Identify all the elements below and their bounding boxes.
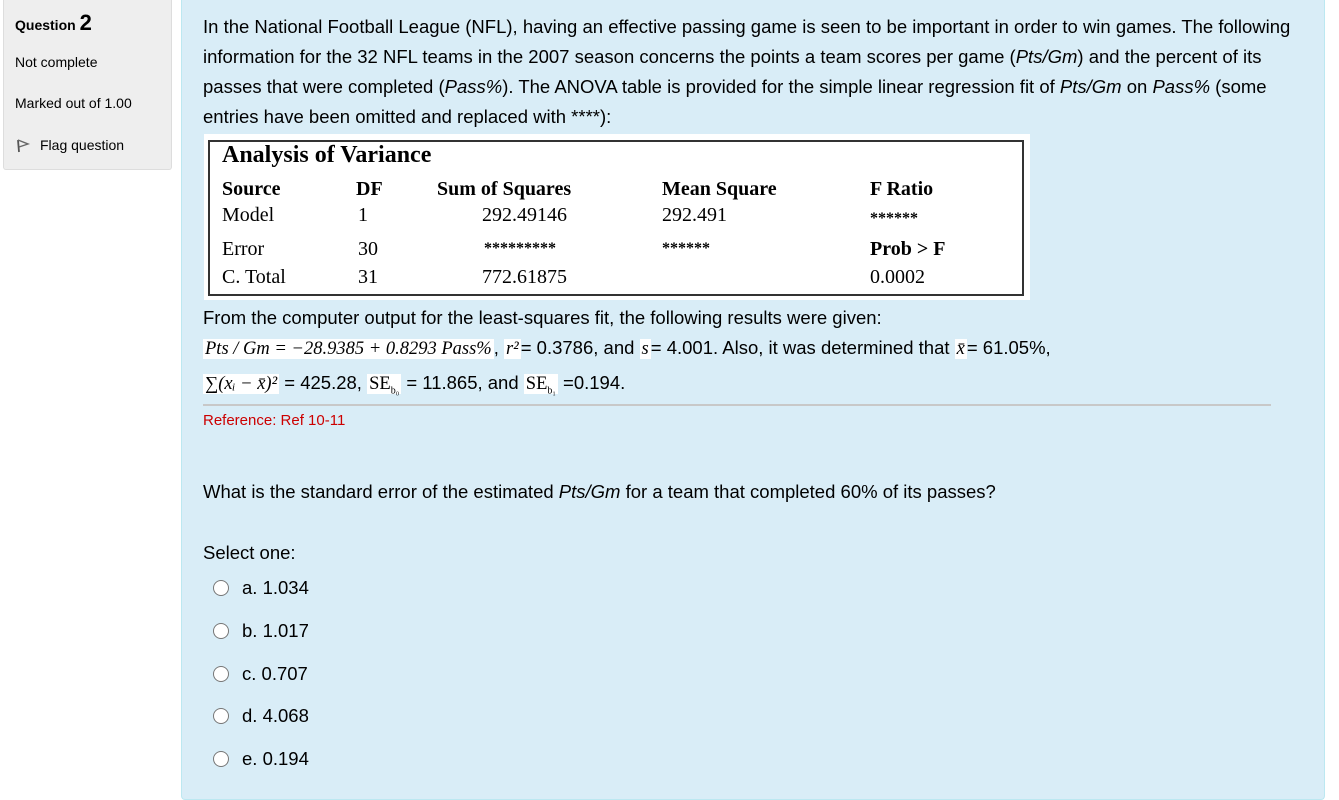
select-one-label: Select one: [203, 542, 296, 563]
radio-button[interactable] [213, 666, 229, 682]
anova-header-ms: Mean Square [662, 178, 777, 200]
option-e[interactable]: e. 0.194 [213, 748, 309, 770]
question-text-part: What is the standard error of the estima… [203, 481, 559, 502]
sum-of-squares-symbol: ∑(xᵢ − x̄)² [203, 374, 280, 394]
anova-cell: ********* [484, 240, 556, 257]
s-text: = 4.001. Also, it was determined that [650, 337, 950, 358]
sum-text: = 425.28, [284, 372, 362, 393]
question-pts-gm: Pts/Gm [558, 481, 621, 502]
anova-cell: 0.0002 [870, 266, 925, 288]
anova-cell: 292.491 [662, 204, 727, 226]
xbar-text: = 61.05%, [966, 337, 1051, 358]
se-b0-symbol: SEb₀ [367, 374, 402, 397]
intro-pts-gm: Pts/Gm [1015, 46, 1078, 67]
option-label[interactable]: a. 1.034 [242, 577, 309, 599]
radio-button[interactable] [213, 580, 229, 596]
flag-question-button[interactable]: Flag question [15, 137, 124, 153]
se-label: SE [369, 374, 391, 394]
r-squared-symbol: r² [503, 339, 521, 359]
option-a[interactable]: a. 1.034 [213, 577, 309, 599]
intro-text: ). The ANOVA table is provided for the s… [502, 76, 1060, 97]
anova-cell: 31 [358, 266, 378, 288]
results-intro: From the computer output for the least-s… [203, 307, 882, 328]
flag-question-label: Flag question [40, 137, 125, 153]
radio-button[interactable] [213, 708, 229, 724]
question-label: Question [15, 17, 76, 33]
anova-cell: 772.61875 [482, 266, 567, 288]
intro-pass-pct: Pass% [444, 76, 503, 97]
intro-text: on [1121, 76, 1153, 97]
anova-cell: C. Total [222, 266, 286, 288]
question-intro: In the National Football League (NFL), h… [203, 12, 1313, 132]
se-b1-symbol: SEb₁ [523, 374, 558, 397]
divider [203, 404, 1271, 406]
se-subscript: b₁ [547, 385, 556, 397]
anova-cell: Prob > F [870, 238, 946, 260]
anova-cell: Error [222, 238, 265, 260]
se-label: SE [525, 374, 548, 394]
question-text: What is the standard error of the estima… [203, 477, 996, 507]
anova-cell: 1 [358, 204, 368, 226]
anova-header-ss: Sum of Squares [437, 178, 572, 200]
se-subscript: b₀ [390, 385, 400, 397]
results-line-1: Pts / Gm = −28.9385 + 0.8293 Pass%, r² = … [203, 333, 1051, 364]
intro-pass-pct: Pass% [1152, 76, 1211, 97]
option-label[interactable]: c. 0.707 [242, 663, 308, 685]
anova-table-image: Analysis of Variance Source DF Sum of Sq… [204, 134, 1030, 300]
anova-cell: Model [222, 204, 275, 226]
anova-cell: ****** [662, 240, 710, 257]
question-number: Question 2 [15, 10, 92, 36]
question-number-value: 2 [79, 10, 92, 35]
question-grade: Marked out of 1.00 [15, 95, 132, 111]
s-symbol: s [639, 339, 651, 359]
results-line-2: ∑(xᵢ − x̄)² = 425.28, SEb₀ = 11.865, and… [203, 368, 625, 407]
option-label[interactable]: d. 4.068 [242, 705, 309, 727]
flag-icon [17, 139, 31, 153]
anova-header-source: Source [222, 178, 281, 200]
reference-text: Reference: Ref 10-11 [203, 412, 346, 429]
xbar-symbol: x̄ [954, 339, 967, 359]
option-c[interactable]: c. 0.707 [213, 663, 308, 685]
anova-title: Analysis of Variance [222, 142, 432, 168]
question-text-part: for a team that completed 60% of its pas… [620, 481, 996, 502]
se-b0-text: = 11.865, and [406, 372, 519, 393]
anova-cell: ****** [870, 210, 918, 227]
option-d[interactable]: d. 4.068 [213, 705, 309, 727]
regression-equation: Pts / Gm = −28.9385 + 0.8293 Pass% [203, 339, 494, 359]
anova-table: Analysis of Variance Source DF Sum of Sq… [208, 140, 1024, 296]
intro-pts-gm: Pts/Gm [1059, 76, 1122, 97]
option-label[interactable]: b. 1.017 [242, 620, 309, 642]
se-b1-text: =0.194. [563, 372, 626, 393]
option-b[interactable]: b. 1.017 [213, 620, 309, 642]
radio-button[interactable] [213, 751, 229, 767]
anova-header-df: DF [356, 178, 383, 200]
question-content: In the National Football League (NFL), h… [181, 0, 1325, 800]
radio-button[interactable] [213, 623, 229, 639]
anova-cell: 292.49146 [482, 204, 567, 226]
anova-cell: 30 [358, 238, 378, 260]
anova-header-f: F Ratio [870, 178, 934, 200]
r-squared-text: = 0.3786, and [520, 337, 635, 358]
comma: , [493, 337, 499, 358]
question-state: Not complete [15, 54, 98, 70]
question-info-panel: Question 2 Not complete Marked out of 1.… [3, 0, 172, 170]
option-label[interactable]: e. 0.194 [242, 748, 309, 770]
